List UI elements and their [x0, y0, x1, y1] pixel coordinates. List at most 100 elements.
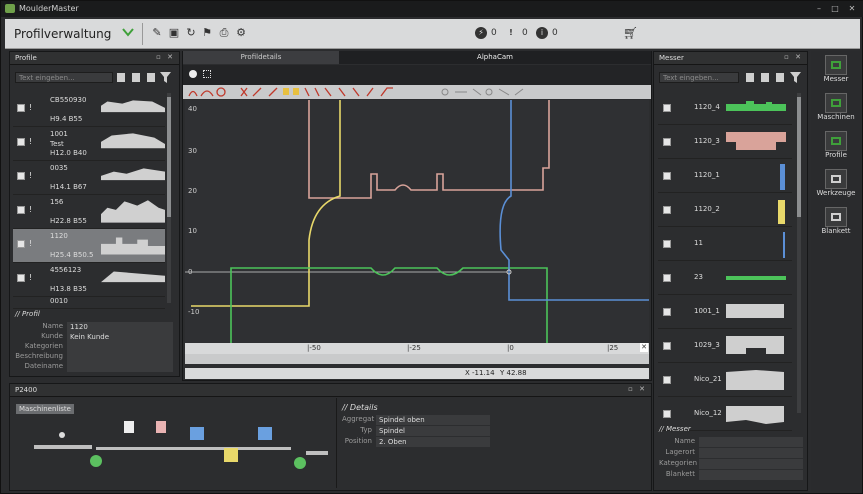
messer-field-row: Blankett [659, 470, 804, 480]
field-value[interactable]: Spindel [376, 426, 490, 436]
cart-icon[interactable]: 🛒︎ [623, 27, 638, 39]
print-icon[interactable]: ⎙ [218, 27, 230, 39]
checkbox[interactable] [17, 206, 25, 214]
checkbox[interactable] [663, 104, 671, 112]
profile-search-input[interactable]: Text eingeben... [15, 72, 113, 83]
field-value[interactable] [67, 342, 173, 352]
warning-icon[interactable]: ! [505, 27, 517, 39]
scroll-strip[interactable] [185, 354, 649, 364]
checkbox[interactable] [663, 308, 671, 316]
profile-list-item[interactable]: ! 0010 [13, 297, 165, 309]
checkbox[interactable] [17, 172, 25, 180]
checkbox[interactable] [17, 240, 25, 248]
info-icon[interactable]: i [536, 27, 548, 39]
close-button[interactable]: ✕ [846, 3, 858, 14]
profile-list-item[interactable]: ! 156 H22.8 B55 [13, 195, 165, 229]
field-value[interactable] [699, 448, 803, 458]
tab-profildetails[interactable]: Profildetails [183, 51, 339, 64]
field-value[interactable] [699, 459, 803, 469]
field-value[interactable] [67, 362, 173, 372]
profile-thumbnail [101, 271, 165, 283]
panel-window-buttons[interactable]: ▫ ✕ [628, 385, 647, 393]
checkbox[interactable] [663, 240, 671, 248]
cam-canvas[interactable]: 40 30 20 10 0 -10 [185, 100, 649, 352]
machine-list-button[interactable]: Maschinenliste [16, 404, 74, 414]
export-messer-icon[interactable] [776, 73, 784, 82]
messer-search-input[interactable]: Text eingeben... [659, 72, 739, 83]
profile-list-item[interactable]: ! 1120 H25.4 B50.5 [13, 229, 165, 263]
checkbox[interactable] [663, 274, 671, 282]
checkbox[interactable] [663, 376, 671, 384]
spindle-icon [224, 448, 238, 462]
maximize-button[interactable]: □ [829, 3, 841, 14]
copy-profile-icon[interactable] [132, 73, 140, 82]
new-messer-icon[interactable] [746, 73, 754, 82]
checkbox[interactable] [663, 172, 671, 180]
field-value[interactable] [67, 352, 173, 362]
field-value[interactable]: Spindel oben [376, 415, 490, 425]
close-canvas-button[interactable]: ✕ [640, 343, 648, 352]
power-status-icon[interactable]: ⚡ [475, 27, 487, 39]
y-axis-label: -10 [188, 308, 199, 316]
nav-blankett[interactable]: Blankett [813, 207, 859, 235]
chevron-down-icon[interactable] [121, 25, 135, 39]
profile-list-item[interactable]: ! 1001 Test H12.0 B40 [13, 127, 165, 161]
field-value[interactable] [699, 437, 803, 447]
profile-list-item[interactable]: ! 4556123 H13.8 B35 [13, 263, 165, 297]
panel-window-buttons[interactable]: ▫ ✕ [784, 53, 803, 61]
messer-list-item[interactable]: Nico_21 [658, 363, 792, 397]
refresh-icon[interactable]: ↻ [185, 27, 197, 39]
filter-icon[interactable] [160, 72, 171, 83]
checkbox[interactable] [17, 138, 25, 146]
minimize-button[interactable]: – [813, 3, 825, 14]
profile-dims: H14.1 B67 [50, 183, 87, 191]
checkbox[interactable] [17, 274, 25, 282]
messer-list-item[interactable]: 11 [658, 227, 792, 261]
messer-list-item[interactable]: 1029_3 [658, 329, 792, 363]
status-bar: X -11.14 Y 42.88 [185, 368, 649, 379]
edit-icon[interactable]: ✎ [151, 27, 163, 39]
field-value[interactable]: 2. Oben [376, 437, 490, 447]
nav-werkzeuge[interactable]: Werkzeuge [813, 169, 859, 197]
nav-messer[interactable]: Messer [813, 55, 859, 83]
messer-list-item[interactable]: 1120_4 [658, 91, 792, 125]
copy-messer-icon[interactable] [761, 73, 769, 82]
y-axis-label: 30 [188, 147, 197, 155]
panel-window-buttons[interactable]: ▫ ✕ [156, 53, 175, 61]
nav-maschinen[interactable]: Maschinen [813, 93, 859, 121]
field-value[interactable] [699, 470, 803, 480]
gear-icon[interactable]: ⚙ [235, 27, 247, 39]
messer-list-item[interactable]: 23 [658, 261, 792, 295]
checkbox[interactable] [663, 138, 671, 146]
messer-list-item[interactable]: 1120_2 [658, 193, 792, 227]
new-profile-icon[interactable] [117, 73, 125, 82]
save-icon[interactable]: ▣ [168, 27, 180, 39]
messer-list-item[interactable]: 1120_1 [658, 159, 792, 193]
messer-scroll-thumb[interactable] [797, 97, 801, 217]
nav-profile[interactable]: Profile [813, 131, 859, 159]
profile-field-row: Kategorien [15, 342, 175, 352]
spindle-icon [258, 427, 272, 440]
checkbox[interactable] [17, 104, 25, 112]
messer-list-item[interactable]: 1120_3 [658, 125, 792, 159]
tab-alphacam[interactable]: AlphaCam [339, 51, 651, 64]
checkbox[interactable] [663, 342, 671, 350]
field-value[interactable]: Kein Kunde [67, 332, 173, 342]
field-value[interactable]: 1120 [67, 322, 173, 332]
drawing-tools[interactable] [183, 85, 543, 99]
profile-list-item[interactable]: ! CB550930 H9.4 B55 [13, 93, 165, 127]
profile-list-item[interactable]: ! 0035 H14.1 B67 [13, 161, 165, 195]
record-icon[interactable] [189, 70, 197, 78]
checkbox[interactable] [663, 410, 671, 418]
select-icon[interactable] [203, 70, 211, 78]
export-profile-icon[interactable] [147, 73, 155, 82]
flag-icon[interactable]: ⚑ [201, 27, 213, 39]
checkbox[interactable] [663, 206, 671, 214]
profile-scroll-thumb[interactable] [167, 97, 171, 217]
filter-icon[interactable] [790, 72, 801, 83]
messer-thumbnail [780, 164, 785, 190]
warning-count: 0 [522, 28, 528, 38]
page-title: Profilverwaltung [14, 27, 112, 41]
divider [336, 398, 337, 488]
messer-list-item[interactable]: 1001_1 [658, 295, 792, 329]
